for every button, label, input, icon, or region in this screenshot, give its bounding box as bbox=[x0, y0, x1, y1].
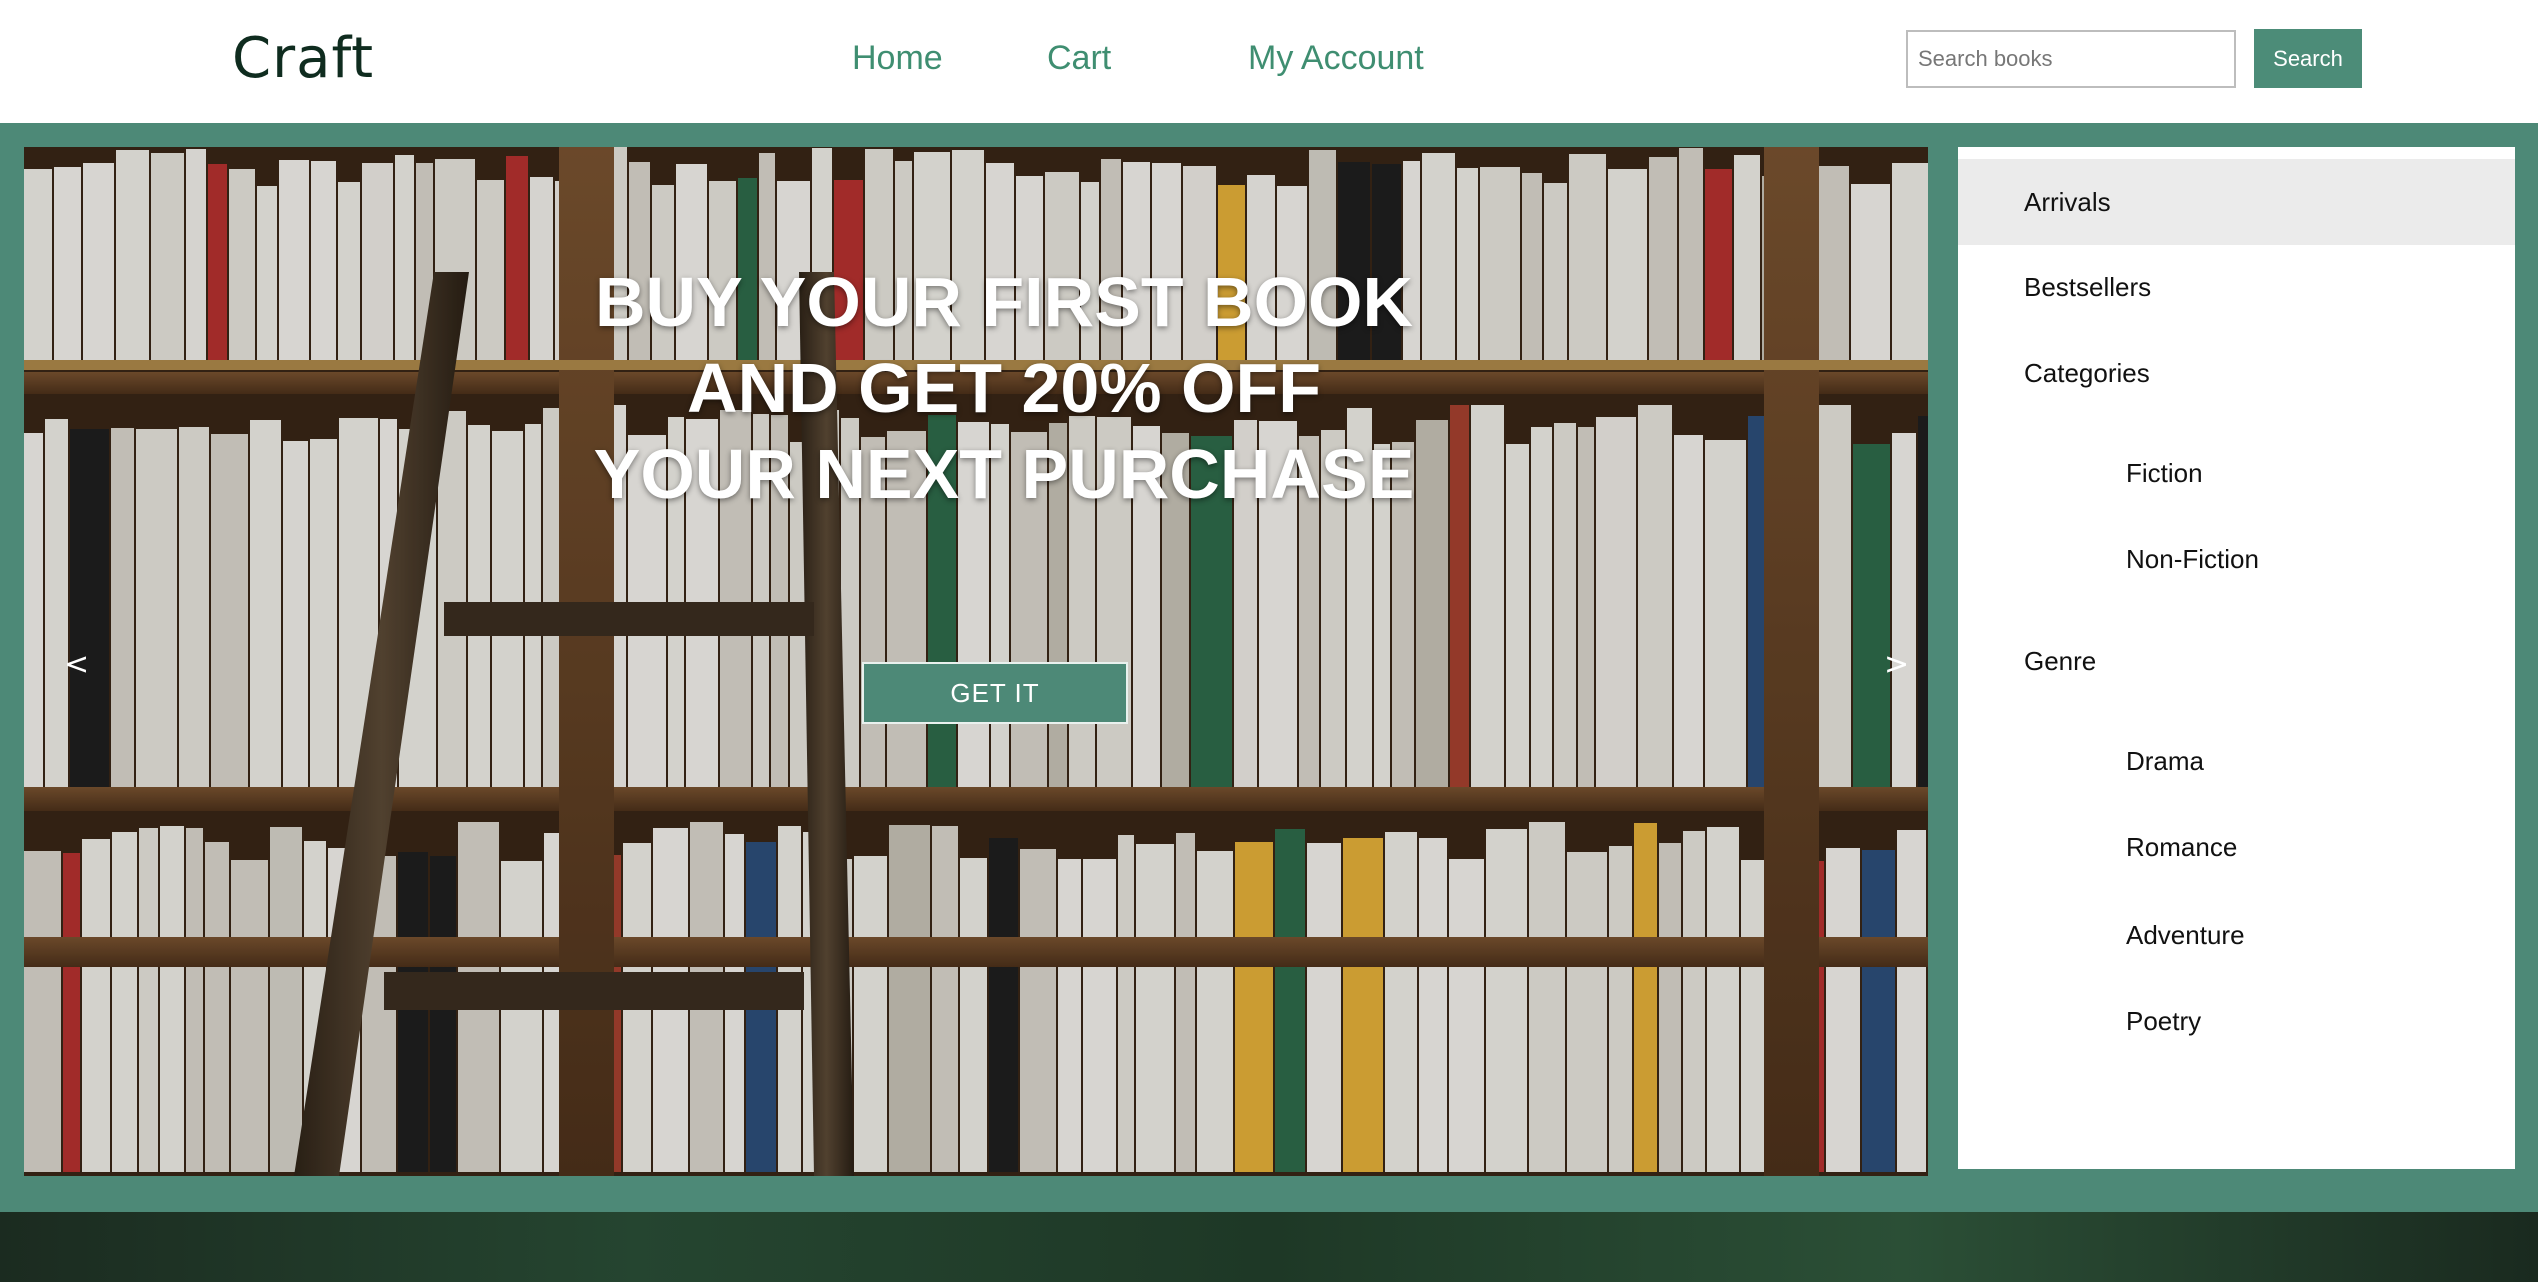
sidebar-item-arrivals[interactable]: Arrivals bbox=[1958, 159, 2515, 245]
sidebar-item-label: Genre bbox=[2024, 646, 2097, 676]
nav-account-link[interactable]: My Account bbox=[1248, 34, 1424, 82]
sidebar-item-label: Bestsellers bbox=[2024, 272, 2152, 302]
site-header: Craft Home Cart My Account Search bbox=[0, 0, 2538, 123]
next-section-preview bbox=[0, 1212, 2538, 1282]
hero-banner: BUY YOUR FIRST BOOK AND GET 20% OFF YOUR… bbox=[24, 147, 1928, 1176]
sidebar-item-label: Romance bbox=[2126, 832, 2238, 862]
category-sidebar: Arrivals Bestsellers Categories Fiction … bbox=[1958, 147, 2515, 1169]
sidebar-item-label: Drama bbox=[2126, 746, 2205, 776]
sidebar-item-label: Adventure bbox=[2126, 920, 2245, 950]
hero-headline: BUY YOUR FIRST BOOK AND GET 20% OFF YOUR… bbox=[593, 263, 1415, 513]
nav-home-link[interactable]: Home bbox=[852, 34, 943, 82]
chevron-right-icon[interactable]: > bbox=[1884, 647, 1909, 682]
search-button[interactable]: Search bbox=[2254, 29, 2362, 88]
sidebar-item-label: Arrivals bbox=[2024, 187, 2111, 217]
sidebar-item-label: Fiction bbox=[2126, 458, 2203, 488]
sidebar-item-label: Non-Fiction bbox=[2126, 544, 2259, 574]
search-input[interactable] bbox=[1906, 30, 2236, 88]
sidebar-item-label: Poetry bbox=[2126, 1006, 2202, 1036]
get-it-button[interactable]: GET IT bbox=[862, 662, 1128, 724]
sidebar-item-label: Categories bbox=[2024, 358, 2150, 388]
nav-cart-link[interactable]: Cart bbox=[1047, 34, 1111, 82]
site-logo[interactable]: Craft bbox=[232, 24, 374, 94]
chevron-left-icon[interactable]: < bbox=[64, 647, 89, 682]
